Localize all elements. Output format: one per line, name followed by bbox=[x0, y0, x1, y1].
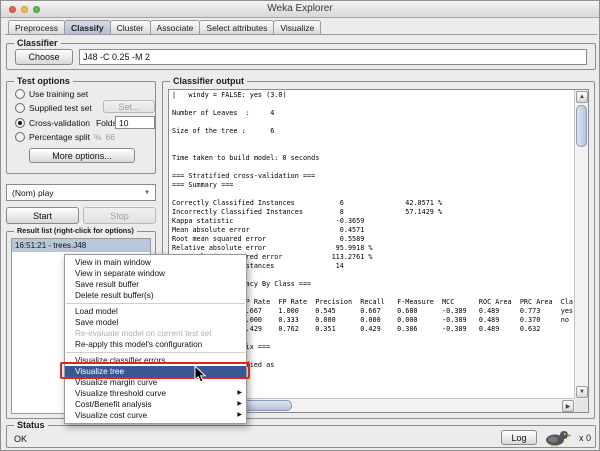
menu-item-visualize-cost-curve[interactable]: Visualize cost curve ▶ bbox=[65, 410, 246, 421]
tab-preprocess[interactable]: Preprocess bbox=[8, 20, 65, 35]
classifier-panel: Classifier Choose J48 -C 0.25 -M 2 bbox=[6, 43, 596, 70]
option-percentage-split[interactable]: Percentage split % 66 bbox=[15, 132, 115, 142]
menu-item-visualize-threshold-curve[interactable]: Visualize threshold curve ▶ bbox=[65, 388, 246, 399]
menu-item-visualize-classifier-errors[interactable]: Visualize classifier errors bbox=[65, 355, 246, 366]
radio-supplied-test-set[interactable] bbox=[15, 103, 25, 113]
scroll-up-icon[interactable]: ▲ bbox=[576, 91, 588, 103]
menu-item-re-evaluate-model: Re-evaluate model on current test set bbox=[65, 328, 246, 339]
output-vertical-scrollbar[interactable]: ▲ ▼ bbox=[574, 90, 588, 399]
radio-cross-validation[interactable] bbox=[15, 118, 25, 128]
result-list-item[interactable]: 16:51:21 - trees.J48 bbox=[12, 239, 150, 252]
menu-item-re-apply-configuration[interactable]: Re-apply this model's configuration bbox=[65, 339, 246, 350]
menu-item-view-in-main-window[interactable]: View in main window bbox=[65, 257, 246, 268]
radio-percentage-split[interactable] bbox=[15, 132, 25, 142]
submenu-arrow-icon: ▶ bbox=[237, 399, 242, 410]
result-list-context-menu: View in main window View in separate win… bbox=[64, 254, 247, 424]
minimize-window-icon[interactable] bbox=[21, 6, 28, 13]
result-list-title: Result list (right-click for options) bbox=[14, 226, 137, 235]
menu-separator bbox=[66, 352, 245, 353]
radio-use-training-set[interactable] bbox=[15, 89, 25, 99]
vertical-scroll-thumb[interactable] bbox=[576, 105, 587, 147]
status-panel: Status OK Log x 0 bbox=[6, 425, 596, 448]
classifier-output-title: Classifier output bbox=[170, 76, 247, 86]
tab-select-attributes[interactable]: Select attributes bbox=[199, 20, 274, 35]
classifier-panel-title: Classifier bbox=[14, 38, 61, 48]
log-button[interactable]: Log bbox=[501, 430, 537, 445]
scroll-right-icon[interactable]: ▶ bbox=[562, 400, 574, 412]
class-attribute-value: (Nom) play bbox=[12, 188, 54, 198]
menu-item-view-in-separate-window[interactable]: View in separate window bbox=[65, 268, 246, 279]
weka-bird-icon bbox=[543, 429, 573, 447]
tab-visualize[interactable]: Visualize bbox=[273, 20, 321, 35]
menu-item-label: Visualize cost curve bbox=[75, 411, 147, 420]
percent-label: % bbox=[94, 132, 102, 142]
close-window-icon[interactable] bbox=[9, 6, 16, 13]
option-cross-validation[interactable]: Cross-validation Folds 10 bbox=[15, 118, 117, 128]
menu-item-visualize-margin-curve[interactable]: Visualize margin curve bbox=[65, 377, 246, 388]
tab-associate[interactable]: Associate bbox=[150, 20, 201, 35]
menu-item-label: Cost/Benefit analysis bbox=[75, 400, 151, 409]
option-supplied-test-set[interactable]: Supplied test set Set... bbox=[15, 103, 92, 113]
mouse-cursor-icon bbox=[194, 365, 207, 383]
chevron-down-icon: ▼ bbox=[144, 190, 150, 196]
percentage-split-label: Percentage split bbox=[29, 132, 90, 142]
tab-cluster[interactable]: Cluster bbox=[110, 20, 151, 35]
menu-item-delete-result-buffer[interactable]: Delete result buffer(s) bbox=[65, 290, 246, 301]
window-controls bbox=[9, 6, 40, 13]
test-options-title: Test options bbox=[14, 76, 73, 86]
menu-item-load-model[interactable]: Load model bbox=[65, 306, 246, 317]
cross-validation-label: Cross-validation bbox=[29, 118, 90, 128]
menu-item-save-model[interactable]: Save model bbox=[65, 317, 246, 328]
menu-separator bbox=[66, 303, 245, 304]
folds-input[interactable]: 10 bbox=[115, 116, 155, 129]
menu-item-cost-benefit-analysis[interactable]: Cost/Benefit analysis ▶ bbox=[65, 399, 246, 410]
window-title: Weka Explorer bbox=[1, 1, 599, 17]
submenu-arrow-icon: ▶ bbox=[237, 410, 242, 421]
classifier-scheme-field[interactable]: J48 -C 0.25 -M 2 bbox=[79, 49, 587, 65]
scrollbar-corner bbox=[575, 399, 588, 412]
class-attribute-selector[interactable]: (Nom) play ▼ bbox=[6, 184, 156, 201]
supplied-test-set-label: Supplied test set bbox=[29, 103, 92, 113]
status-message: OK bbox=[14, 434, 27, 444]
menu-item-visualize-tree[interactable]: Visualize tree bbox=[65, 366, 246, 377]
more-options-button[interactable]: More options... bbox=[29, 148, 135, 163]
start-button[interactable]: Start bbox=[6, 207, 79, 224]
menu-item-save-result-buffer[interactable]: Save result buffer bbox=[65, 279, 246, 290]
set-test-set-button[interactable]: Set... bbox=[103, 100, 155, 113]
weka-explorer-window: Weka Explorer Preprocess Classify Cluste… bbox=[0, 0, 600, 451]
use-training-set-label: Use training set bbox=[29, 89, 88, 99]
scroll-down-icon[interactable]: ▼ bbox=[576, 386, 588, 398]
menu-item-label: Visualize threshold curve bbox=[75, 389, 166, 398]
test-options-panel: Test options Use training set Supplied t… bbox=[6, 81, 156, 174]
title-bar: Weka Explorer bbox=[1, 1, 599, 18]
tab-classify[interactable]: Classify bbox=[64, 20, 111, 35]
status-counter: x 0 bbox=[579, 433, 591, 443]
option-use-training-set[interactable]: Use training set bbox=[15, 89, 88, 99]
choose-button[interactable]: Choose bbox=[15, 49, 73, 65]
tab-bar: Preprocess Classify Cluster Associate Se… bbox=[8, 20, 320, 35]
submenu-arrow-icon: ▶ bbox=[237, 388, 242, 399]
percent-value: 66 bbox=[106, 132, 115, 142]
folds-label: Folds bbox=[96, 118, 117, 128]
status-title: Status bbox=[14, 420, 48, 430]
zoom-window-icon[interactable] bbox=[33, 6, 40, 13]
stop-button[interactable]: Stop bbox=[83, 207, 156, 224]
